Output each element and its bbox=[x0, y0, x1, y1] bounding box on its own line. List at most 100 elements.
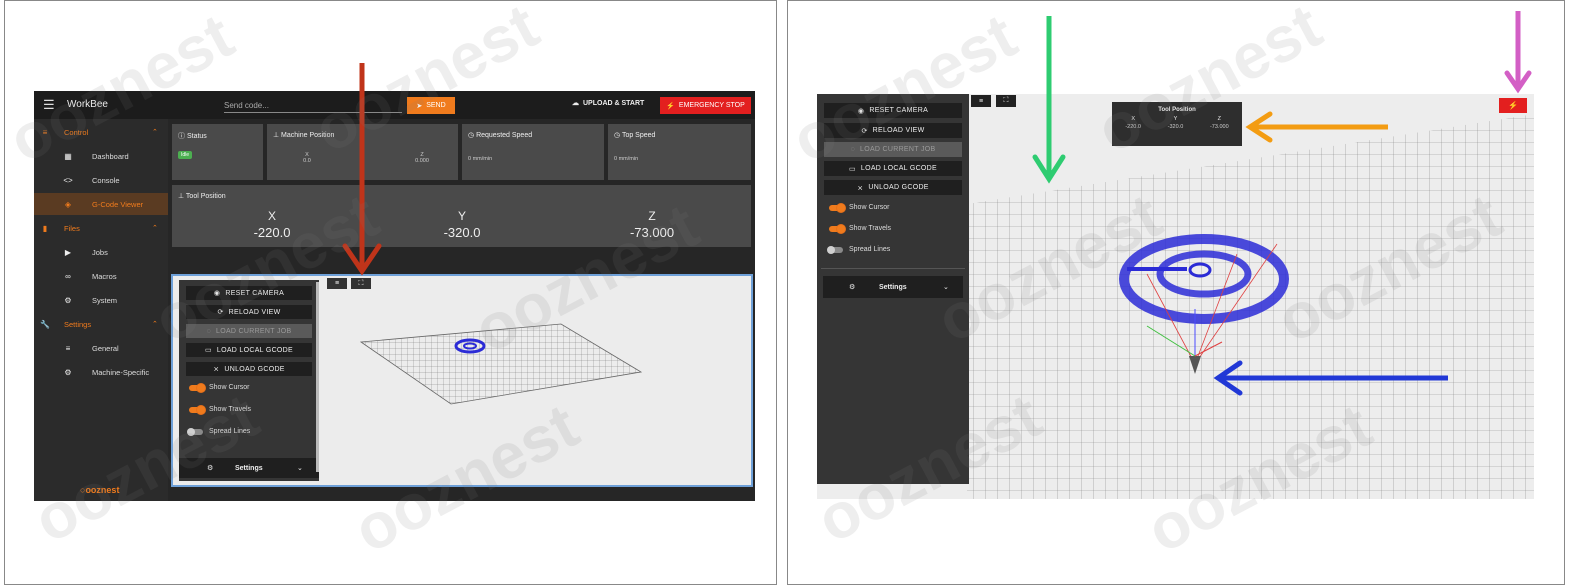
camera-icon: ◉ bbox=[213, 290, 221, 297]
gcode-viewer-area[interactable]: ◉ RESET CAMERA ⟳ RELOAD VIEW ◌ LOAD CURRENT… bbox=[171, 274, 753, 487]
wifi-icon: ◌ bbox=[206, 327, 211, 335]
sidebar-item-jobs[interactable]: ▶ Jobs bbox=[34, 241, 168, 263]
toggle-switch[interactable] bbox=[827, 245, 843, 254]
sidebar: ≡ Control ⌃ ▦ Dashboard <> Console ◈ G-C… bbox=[34, 119, 168, 501]
sidebar-item-machine-specific[interactable]: ⚙ Machine-Specific bbox=[34, 361, 168, 383]
chevron-up-icon: ⌃ bbox=[152, 225, 158, 232]
toggle-switch[interactable] bbox=[187, 427, 203, 436]
tool-z: Z -73.000 bbox=[622, 209, 682, 240]
send-code-input[interactable] bbox=[224, 99, 402, 113]
send-button[interactable]: ➤ SEND bbox=[407, 97, 455, 114]
load-current-job-button[interactable]: ◌ LOAD CURRENT JOB bbox=[824, 142, 962, 157]
chevron-up-icon: ⌃ bbox=[152, 129, 158, 136]
load-current-job-button[interactable]: ◌ LOAD CURRENT JOB bbox=[186, 324, 312, 338]
viewer-control-panel: ◉ RESET CAMERA ⟳ RELOAD VIEW ◌ LOAD CURRENT… bbox=[179, 280, 319, 481]
code-icon: <> bbox=[63, 175, 73, 185]
top-speed-card: ◷ Top Speed 0 mm/min bbox=[608, 124, 751, 180]
show-travels-toggle[interactable]: Show Travels bbox=[189, 405, 252, 414]
show-travels-toggle[interactable]: Show Travels bbox=[829, 224, 891, 233]
show-cursor-toggle[interactable]: Show Cursor bbox=[189, 383, 249, 392]
settings-label: Settings bbox=[879, 283, 907, 291]
tool-position-title: Tool Position bbox=[1158, 107, 1196, 113]
axis-value: -220.0 bbox=[1125, 124, 1141, 130]
unload-gcode-button[interactable]: ⨯ UNLOAD GCODE bbox=[824, 180, 962, 195]
machine-position-title: ⊥ Machine Position bbox=[273, 132, 335, 139]
sidebar-item-label: Machine-Specific bbox=[92, 367, 150, 377]
axis-value: -220.0 bbox=[253, 225, 291, 240]
panel-toggle-icon: ≡ bbox=[978, 97, 984, 105]
toggle-switch[interactable] bbox=[189, 383, 205, 392]
toggle-switch[interactable] bbox=[829, 203, 845, 212]
tool-position-title-text: Tool Position bbox=[185, 193, 226, 200]
sidebar-item-label: Macros bbox=[92, 271, 117, 281]
toggle-knob bbox=[197, 383, 205, 392]
toggle-switch[interactable] bbox=[829, 224, 845, 233]
status-card: ⓘ Status Idle bbox=[172, 124, 263, 180]
spread-lines-toggle[interactable]: Spread Lines bbox=[827, 245, 891, 254]
hide-panel-button[interactable]: ≡ bbox=[971, 95, 991, 107]
fullscreen-gcode-viewer[interactable]: ◉ RESET CAMERA ⟳ RELOAD VIEW ◌ LOAD CURRENT… bbox=[817, 94, 1534, 499]
tool-z: Z -73.000 bbox=[1210, 116, 1229, 130]
sidebar-item-console[interactable]: <> Console bbox=[34, 169, 168, 191]
settings-expander[interactable]: ⚙ Settings ⌄ bbox=[823, 276, 963, 298]
load-local-gcode-button[interactable]: ▭ LOAD LOCAL GCODE bbox=[824, 161, 962, 176]
axis-value: -320.0 bbox=[1167, 124, 1184, 130]
reset-camera-button[interactable]: ◉ RESET CAMERA bbox=[824, 103, 962, 118]
panel-scrollbar[interactable] bbox=[316, 282, 319, 472]
menu-icon[interactable]: ☰ bbox=[43, 97, 55, 113]
unload-gcode-button[interactable]: ⨯ UNLOAD GCODE bbox=[186, 362, 312, 376]
axis-label: Z bbox=[1217, 116, 1221, 122]
workbee-app: ☰ WorkBee ➤ SEND ☁ UPLOAD & START ⚡ EMER… bbox=[34, 91, 755, 501]
toggle-label: Show Cursor bbox=[849, 204, 890, 211]
button-label: LOAD CURRENT JOB bbox=[216, 327, 292, 335]
axis-label: Y bbox=[1173, 116, 1178, 122]
show-cursor-toggle[interactable]: Show Cursor bbox=[829, 203, 890, 212]
sidebar-item-gcode-viewer[interactable]: ◈ G-Code Viewer bbox=[34, 193, 168, 215]
machine-position-card: ⊥ Machine Position X 0.0 Z 0.000 bbox=[267, 124, 458, 180]
right-screenshot-panel: ◉ RESET CAMERA ⟳ RELOAD VIEW ◌ LOAD CURRENT… bbox=[787, 0, 1565, 585]
axis-label: X bbox=[267, 209, 276, 223]
sidebar-section-control[interactable]: ≡ Control ⌃ bbox=[34, 121, 168, 143]
toggle-switch[interactable] bbox=[189, 405, 205, 414]
brand-logo: ○ooznest bbox=[80, 485, 120, 495]
sidebar-section-settings[interactable]: 🔧 Settings ⌃ bbox=[34, 313, 168, 335]
tool-x: X -220.0 bbox=[1125, 116, 1141, 130]
sidebar-section-label: Control bbox=[64, 127, 89, 137]
sidebar-section-files[interactable]: ▮ Files ⌃ bbox=[34, 217, 168, 239]
toggle-knob bbox=[187, 427, 195, 436]
toggle-label: Spread Lines bbox=[849, 246, 891, 253]
sidebar-item-macros[interactable]: ∞ Macros bbox=[34, 265, 168, 287]
toggle-knob bbox=[837, 203, 845, 212]
requested-speed-card: ◷ Requested Speed 0 mm/min bbox=[462, 124, 604, 180]
exit-fullscreen-button[interactable]: ⛶ bbox=[996, 95, 1016, 107]
reset-camera-button[interactable]: ◉ RESET CAMERA bbox=[186, 286, 312, 300]
status-title: ⓘ Status bbox=[178, 133, 207, 140]
top-speed-title-text: Top Speed bbox=[621, 132, 656, 139]
tool-position-card: ⊥ Tool Position X -220.0 Y -320.0 Z -73.000 bbox=[172, 185, 751, 247]
wifi-icon: ◌ bbox=[850, 146, 855, 153]
emergency-stop-button[interactable]: ⚡ EMERGENCY STOP bbox=[660, 97, 751, 114]
upload-and-start-button[interactable]: ☁ UPLOAD & START bbox=[572, 99, 644, 108]
unload-icon: ⨯ bbox=[213, 366, 220, 373]
hide-panel-button[interactable]: ≡ bbox=[327, 278, 347, 289]
sidebar-item-general[interactable]: ≡ General bbox=[34, 337, 168, 359]
sidebar-item-dashboard[interactable]: ▦ Dashboard bbox=[34, 145, 168, 167]
sidebar-item-system[interactable]: ⚙ System bbox=[34, 289, 168, 311]
file-icon: ▭ bbox=[204, 347, 212, 354]
toggle-knob bbox=[827, 245, 835, 254]
reload-view-button[interactable]: ⟳ RELOAD VIEW bbox=[824, 123, 962, 138]
settings-expander[interactable]: ⚙ Settings ⌄ bbox=[179, 458, 319, 478]
unload-icon: ⨯ bbox=[857, 184, 864, 192]
button-label: RESET CAMERA bbox=[869, 107, 929, 114]
load-local-gcode-button[interactable]: ▭ LOAD LOCAL GCODE bbox=[186, 343, 312, 357]
fullscreen-button[interactable]: ⛶ bbox=[351, 278, 371, 289]
emergency-stop-button[interactable]: ⚡ bbox=[1499, 98, 1527, 113]
reload-view-button[interactable]: ⟳ RELOAD VIEW bbox=[186, 305, 312, 319]
sliders-icon: ≡ bbox=[65, 343, 71, 353]
button-label: UNLOAD GCODE bbox=[868, 184, 929, 191]
toggle-label: Show Travels bbox=[209, 406, 252, 413]
button-label: UNLOAD GCODE bbox=[224, 365, 285, 373]
left-screenshot-panel: ☰ WorkBee ➤ SEND ☁ UPLOAD & START ⚡ EMER… bbox=[4, 0, 777, 585]
spread-lines-toggle[interactable]: Spread Lines bbox=[187, 427, 250, 436]
play-icon: ▶ bbox=[64, 247, 72, 257]
